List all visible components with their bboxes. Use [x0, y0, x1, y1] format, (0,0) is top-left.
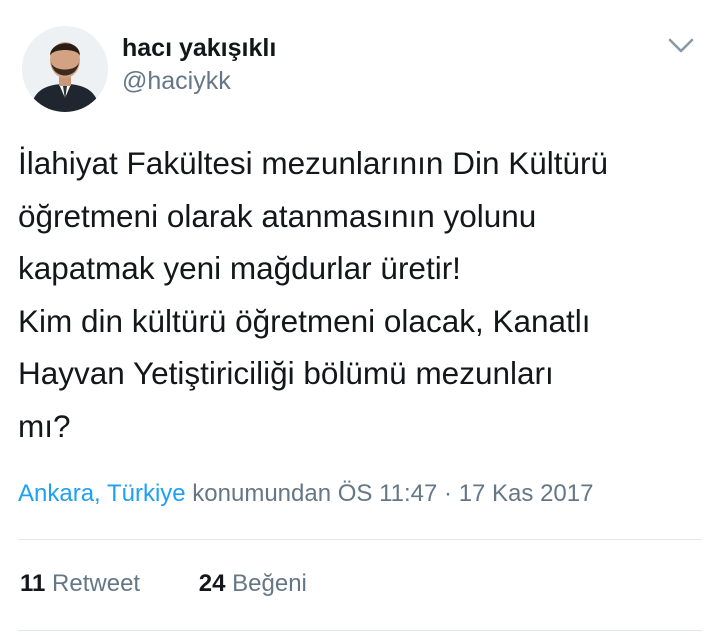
retweets-count: 11	[20, 570, 46, 597]
likes-stat[interactable]: 24 Beğeni	[199, 567, 307, 601]
meta-separator: ·	[437, 480, 459, 507]
tweet-text-line: öğretmeni olarak atanmasının yolunu	[18, 197, 537, 234]
likes-label: Beğeni	[232, 570, 307, 597]
author-names: hacı yakışıklı @haciykk	[122, 32, 276, 98]
divider	[18, 630, 702, 631]
location-suffix: konumundan	[185, 480, 338, 507]
tweet-stats: 11 Retweet 24 Beğeni	[20, 567, 307, 601]
tweet-text-line: Hayvan Yetiştiriciliği bölümü mezunları	[18, 355, 554, 391]
tweet-time[interactable]: ÖS 11:47	[338, 480, 438, 507]
tweet-text-line: mı?	[18, 407, 71, 444]
tweet-date[interactable]: 17 Kas 2017	[459, 480, 594, 507]
likes-count: 24	[198, 570, 226, 597]
tweet-meta: Ankara, Türkiye konumundan ÖS 11:47 · 17…	[18, 477, 593, 511]
divider	[18, 539, 702, 540]
tweet-text-line: kapatmak yeni mağdurlar üretir!	[18, 250, 461, 286]
avatar[interactable]	[22, 26, 108, 112]
tweet-header: hacı yakışıklı @haciykk	[22, 26, 702, 116]
author-display-name[interactable]: hacı yakışıklı	[122, 32, 276, 64]
chevron-down-icon[interactable]	[666, 34, 696, 58]
tweet-text-line: İlahiyat Fakültesi mezunlarının Din Kült…	[18, 145, 609, 181]
tweet-text-line: Kim din kültürü öğretmeni olacak, Kanatl…	[18, 302, 591, 339]
retweets-label: Retweet	[52, 570, 141, 597]
location-link[interactable]: Ankara, Türkiye	[18, 480, 186, 507]
author-handle[interactable]: @haciykk	[122, 64, 276, 98]
tweet-text: İlahiyat Fakültesi mezunlarının Din Kült…	[18, 137, 708, 452]
retweets-stat[interactable]: 11 Retweet	[20, 567, 140, 601]
